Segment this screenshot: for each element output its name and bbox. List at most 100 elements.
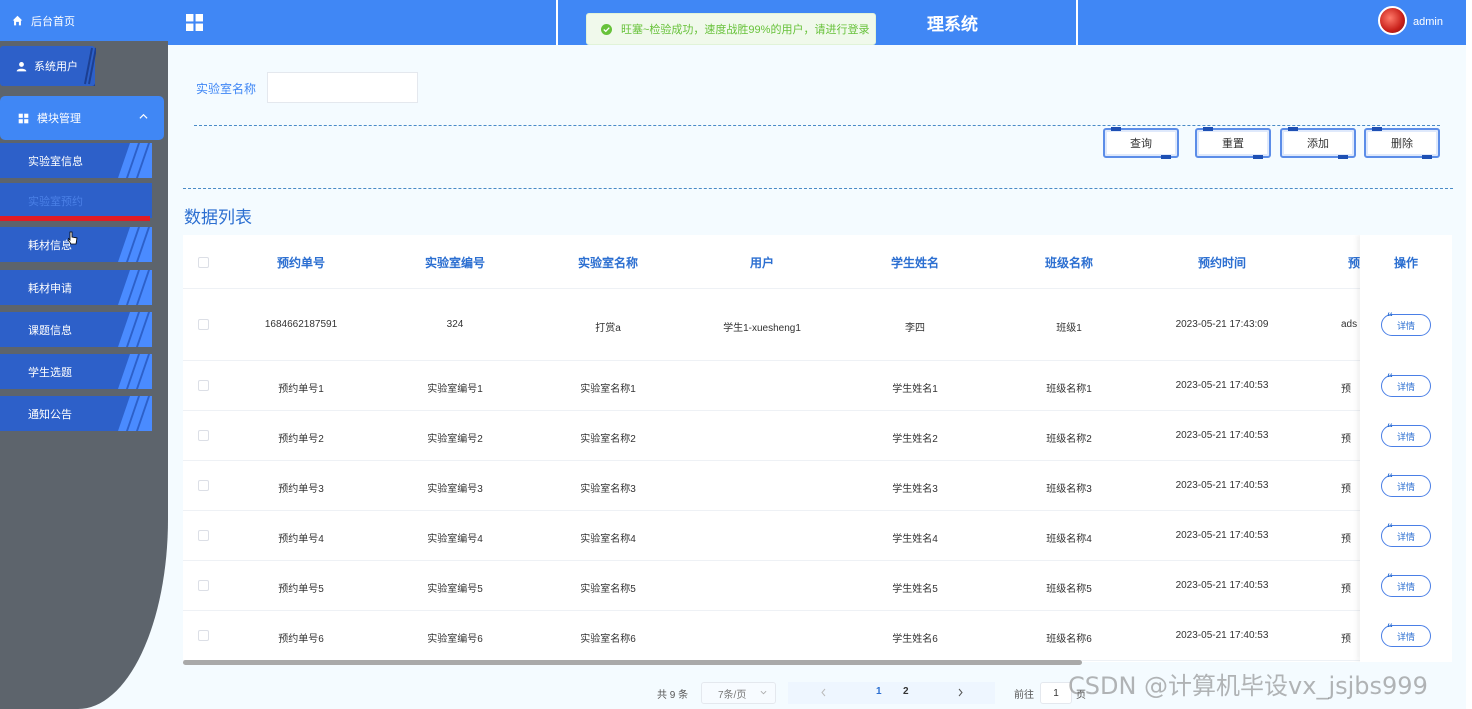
table-cell: 学生姓名3	[892, 484, 938, 495]
column-header[interactable]: 学生姓名	[855, 254, 975, 271]
table-row: 预约单号6 实验室编号6 实验室名称6 学生姓名6 班级名称6 2023-05-21 17…	[183, 611, 1452, 661]
table-cell: 2023-05-21 17:43:09	[1175, 319, 1269, 330]
table-cell: 2023-05-21 17:40:53	[1175, 380, 1269, 391]
table-cell: 实验室编号1	[427, 384, 483, 395]
sidebar-item-label: 学生选题	[28, 366, 72, 379]
sidebar-item-lab-info[interactable]: 实验室信息	[0, 143, 152, 178]
column-header[interactable]: 实验室编号	[395, 254, 515, 271]
sidebar-item-label: 课题信息	[28, 324, 72, 337]
table-cell: 预约单号1	[278, 384, 324, 395]
table-cell: 实验室编号4	[427, 534, 483, 545]
column-header[interactable]: 实验室名称	[548, 254, 668, 271]
row-checkbox[interactable]	[198, 430, 209, 441]
detail-button[interactable]: 详情	[1381, 571, 1431, 597]
pagination-total: 共 9 条	[657, 690, 689, 701]
menu-stripes-decoration	[118, 270, 152, 305]
row-checkbox[interactable]	[198, 480, 209, 491]
page-number[interactable]: 2	[903, 686, 909, 697]
data-table: 预约单号 实验室编号 实验室名称 用户 学生姓名 班级名称 预约时间 预 168…	[183, 235, 1452, 662]
table-cell: 李四	[905, 323, 925, 334]
horizontal-scrollbar[interactable]	[183, 660, 1082, 665]
table-cell: 学生1-xuesheng1	[723, 323, 801, 334]
table-cell: 班级名称2	[1046, 434, 1092, 445]
toast-message: 旺塞~检验成功，速度战胜99%的用户，请进行登录	[621, 24, 870, 36]
sidebar-item-lab-reservation[interactable]: 实验室预约	[0, 183, 152, 218]
table-row: 预约单号3 实验室编号3 实验室名称3 学生姓名3 班级名称3 2023-05-21 17…	[183, 461, 1452, 511]
table-cell: 1684662187591	[264, 319, 338, 330]
table-cell: 学生姓名1	[892, 384, 938, 395]
sidebar-item-notice[interactable]: 通知公告	[0, 396, 152, 431]
menu-stripes-decoration	[118, 312, 152, 347]
next-page-icon[interactable]	[956, 688, 964, 697]
row-checkbox[interactable]	[198, 530, 209, 541]
table-cell: 预	[1341, 484, 1351, 495]
watermark: CSDN @计算机毕设vx_jsjbs999	[1068, 672, 1428, 700]
username-label[interactable]: admin	[1413, 16, 1443, 28]
table-cell: 实验室编号6	[427, 634, 483, 645]
divider	[194, 125, 1440, 126]
table-cell: 实验室名称2	[580, 434, 636, 445]
avatar[interactable]	[1378, 6, 1407, 35]
row-checkbox[interactable]	[198, 319, 209, 330]
grid-icon	[18, 113, 29, 123]
prev-page-icon[interactable]	[820, 688, 828, 697]
detail-button[interactable]: 详情	[1381, 621, 1431, 647]
delete-button[interactable]: 删除	[1364, 127, 1440, 159]
column-header[interactable]: 用户	[702, 254, 822, 271]
table-cell: 预约单号5	[278, 584, 324, 595]
detail-button[interactable]: 详情	[1381, 521, 1431, 547]
check-circle-icon	[601, 23, 612, 35]
list-title: 数据列表	[184, 208, 252, 227]
add-button[interactable]: 添加	[1280, 127, 1356, 159]
row-checkbox[interactable]	[198, 580, 209, 591]
chevron-up-icon	[139, 113, 148, 119]
column-header[interactable]: 预约时间	[1162, 254, 1282, 271]
active-indicator	[0, 216, 150, 221]
sidebar-item-label: 耗材信息	[28, 239, 72, 252]
detail-button[interactable]: 详情	[1381, 421, 1431, 447]
select-all-checkbox[interactable]	[198, 257, 209, 268]
table-header: 预约单号 实验室编号 实验室名称 用户 学生姓名 班级名称 预约时间 预	[183, 235, 1452, 289]
detail-button[interactable]: 详情	[1381, 471, 1431, 497]
table-cell: 实验室编号2	[427, 434, 483, 445]
table-row: 预约单号4 实验室编号4 实验室名称4 学生姓名4 班级名称4 2023-05-21 17…	[183, 511, 1452, 561]
row-checkbox[interactable]	[198, 380, 209, 391]
reset-button[interactable]: 重置	[1195, 127, 1271, 159]
menu-toggle-icon[interactable]	[186, 14, 203, 31]
detail-button[interactable]: 详情	[1381, 310, 1431, 336]
page-size-select[interactable]: 7条/页	[701, 682, 776, 704]
column-header[interactable]: 预	[1347, 254, 1361, 271]
table-cell: 预约单号3	[278, 484, 324, 495]
table-cell: 2023-05-21 17:40:53	[1175, 480, 1269, 491]
system-user-label: 系统用户	[34, 61, 78, 73]
table-cell: 预	[1341, 434, 1351, 445]
operation-column: 操作 详情详情详情详情详情详情详情	[1360, 235, 1452, 662]
module-management-menu[interactable]: 模块管理	[0, 96, 164, 140]
sidebar-item-topic-info[interactable]: 课题信息	[0, 312, 152, 347]
sidebar-item-label: 实验室预约	[28, 195, 83, 208]
table-cell: 2023-05-21 17:40:53	[1175, 630, 1269, 641]
sidebar-item-consumable-request[interactable]: 耗材申请	[0, 270, 152, 305]
detail-button[interactable]: 详情	[1381, 371, 1431, 397]
column-header[interactable]: 预约单号	[241, 254, 361, 271]
table-cell: ads	[1341, 319, 1358, 330]
lab-name-search-input[interactable]	[267, 72, 418, 103]
column-header[interactable]: 班级名称	[1009, 254, 1129, 271]
table-cell: 实验室名称4	[580, 534, 636, 545]
home-link[interactable]: 后台首页	[0, 0, 168, 41]
table-cell: 学生姓名2	[892, 434, 938, 445]
table-cell: 学生姓名6	[892, 634, 938, 645]
row-checkbox[interactable]	[198, 630, 209, 641]
query-button[interactable]: 查询	[1103, 127, 1179, 159]
sidebar-item-student-topic[interactable]: 学生选题	[0, 354, 152, 389]
menu-stripes-decoration	[118, 143, 152, 178]
page-number-current[interactable]: 1	[876, 686, 882, 697]
user-icon	[16, 61, 27, 71]
table-cell: 班级名称6	[1046, 634, 1092, 645]
success-toast: 旺塞~检验成功，速度战胜99%的用户，请进行登录	[586, 13, 876, 45]
home-icon	[12, 15, 23, 26]
menu-stripes-decoration	[118, 354, 152, 389]
table-cell: 预约单号2	[278, 434, 324, 445]
table-row: 1684662187591 324 打赏a 学生1-xuesheng1 李四 班级1 202…	[183, 289, 1452, 361]
table-cell: 预	[1341, 384, 1351, 395]
